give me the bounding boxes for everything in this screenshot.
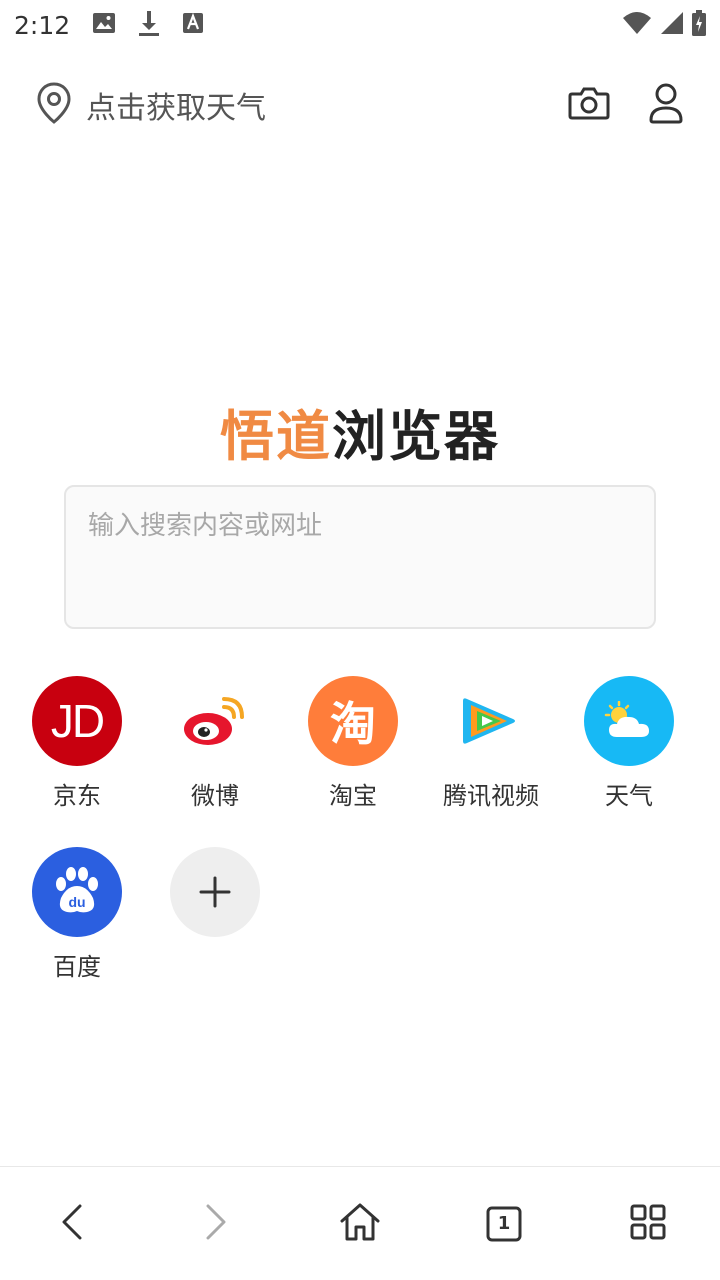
back-button[interactable] [0, 1167, 144, 1280]
weather-icon [584, 676, 674, 766]
shortcut-label: 百度 [53, 953, 101, 981]
browser-logo: 悟道浏览器 [0, 392, 720, 471]
shortcut-weather[interactable]: 天气 [560, 676, 698, 811]
taobao-icon: 淘 [308, 676, 398, 766]
tabs-icon: 1 [486, 1206, 522, 1242]
shortcut-weibo[interactable]: 微博 [146, 676, 284, 811]
shortcut-label: 微博 [191, 782, 239, 810]
status-system-icons [622, 10, 706, 40]
shortcut-grid: JD 京东 微博 淘 淘宝 腾讯视频 天气 du 百度 [8, 676, 698, 982]
profile-button[interactable] [648, 82, 684, 128]
status-bar: 2:12 [0, 0, 720, 50]
shortcut-taobao[interactable]: 淘 淘宝 [284, 676, 422, 811]
status-notification-icons [92, 10, 204, 40]
shortcut-jd[interactable]: JD 京东 [8, 676, 146, 811]
menu-button[interactable] [576, 1167, 720, 1280]
location-pin-icon [36, 82, 72, 128]
download-icon [138, 10, 160, 40]
logo-accent-text: 悟道 [220, 405, 332, 468]
jd-icon-glyph: JD [50, 695, 105, 747]
top-actions [568, 82, 684, 128]
wifi-icon [622, 11, 652, 39]
font-icon [182, 12, 204, 38]
camera-icon [568, 85, 610, 125]
status-left: 2:12 [14, 10, 204, 40]
status-time: 2:12 [14, 10, 71, 40]
back-icon [60, 1204, 84, 1244]
shortcut-tencent-video[interactable]: 腾讯视频 [422, 676, 560, 811]
weather-button[interactable]: 点击获取天气 [36, 82, 266, 128]
tabs-button[interactable]: 1 [432, 1167, 576, 1280]
shortcut-baidu[interactable]: du 百度 [8, 847, 146, 982]
baidu-icon-glyph: du [68, 894, 85, 910]
search-box[interactable] [64, 485, 656, 629]
user-icon [648, 82, 684, 128]
bottom-nav: 1 [0, 1166, 720, 1280]
weather-label: 点击获取天气 [86, 91, 266, 126]
tencent-video-icon [446, 676, 536, 766]
browser-home-screen: 2:12 点击获取天气 悟道浏览器 输入搜索内容或网址 JD 京东 微博 淘 淘… [0, 0, 720, 1280]
add-icon [170, 847, 260, 937]
image-icon [92, 12, 116, 38]
add-shortcut-button[interactable] [146, 847, 284, 982]
shortcut-label: 淘宝 [329, 782, 377, 810]
shortcut-label: 腾讯视频 [443, 782, 539, 810]
signal-icon [660, 11, 684, 39]
top-bar: 点击获取天气 [0, 72, 720, 138]
logo-main-text: 浏览器 [332, 405, 500, 468]
shortcut-label: 京东 [53, 782, 101, 810]
forward-button[interactable] [144, 1167, 288, 1280]
search-input[interactable] [88, 511, 632, 541]
home-button[interactable] [288, 1167, 432, 1280]
menu-grid-icon [630, 1204, 666, 1244]
battery-icon [692, 10, 706, 40]
home-icon [339, 1202, 381, 1246]
tab-count: 1 [497, 1213, 511, 1234]
shortcut-label: 天气 [605, 782, 653, 810]
taobao-icon-glyph: 淘 [330, 697, 376, 751]
camera-button[interactable] [568, 85, 610, 125]
jd-icon: JD [32, 676, 122, 766]
weibo-icon [170, 676, 260, 766]
baidu-icon: du [32, 847, 122, 937]
forward-icon [204, 1204, 228, 1244]
